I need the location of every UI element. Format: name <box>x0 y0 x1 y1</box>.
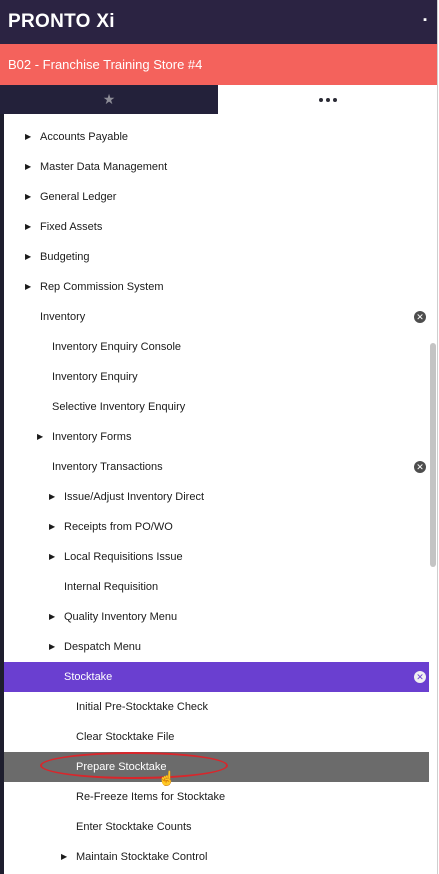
pin-icon[interactable]: ▪ <box>423 14 427 26</box>
expand-arrow-icon: ▶ <box>49 492 56 501</box>
menu-item-local-requisitions-issue[interactable]: ▶ Local Requisitions Issue <box>4 542 429 572</box>
menu-item-internal-requisition[interactable]: Internal Requisition <box>4 572 429 602</box>
menu-item-clear-stocktake-file[interactable]: Clear Stocktake File <box>4 722 429 752</box>
expand-arrow-icon: ▶ <box>49 522 56 531</box>
menu-item-label: Rep Commission System <box>40 281 164 293</box>
navigation-panel: PRONTO Xi ▪ B02 - Franchise Training Sto… <box>0 0 438 874</box>
menu-item-inventory-transactions[interactable]: Inventory Transactions ✕ <box>4 452 429 482</box>
menu-item-label: Receipts from PO/WO <box>64 521 173 533</box>
menu-item-inventory-forms[interactable]: ▶ Inventory Forms <box>4 422 429 452</box>
hand-cursor-icon: ☝ <box>158 770 176 786</box>
menu-item-label: Master Data Management <box>40 161 168 173</box>
scrollbar[interactable] <box>429 114 437 874</box>
store-name: B02 - Franchise Training Store #4 <box>8 57 203 72</box>
menu-item-label: Accounts Payable <box>40 131 129 143</box>
collapse-icon[interactable]: ✕ <box>414 311 426 323</box>
expand-arrow-icon: ▶ <box>49 552 56 561</box>
tab-favorites[interactable]: ★ <box>0 85 218 114</box>
menu-item-stocktake[interactable]: Stocktake ✕ <box>4 662 429 692</box>
menu-item-label: Quality Inventory Menu <box>64 611 178 623</box>
menu-item-label: Stocktake <box>64 671 113 683</box>
menu-item-label: Selective Inventory Enquiry <box>52 401 186 413</box>
menu-item-prepare-stocktake[interactable]: Prepare Stocktake <box>4 752 429 782</box>
expand-arrow-icon: ▶ <box>25 192 32 201</box>
expand-arrow-icon: ▶ <box>49 642 56 651</box>
menu-item-label: Internal Requisition <box>64 581 159 593</box>
menu-item-receipts-from-po-wo[interactable]: ▶ Receipts from PO/WO <box>4 512 429 542</box>
expand-arrow-icon: ▶ <box>61 852 68 861</box>
menu-item-accounts-payable[interactable]: ▶ Accounts Payable <box>4 122 429 152</box>
menu-item-issue-adjust-inventory-direct[interactable]: ▶ Issue/Adjust Inventory Direct <box>4 482 429 512</box>
menu-item-label: Inventory <box>40 311 86 323</box>
menu-item-label: Inventory Enquiry Console <box>52 341 182 353</box>
menu-item-rep-commission-system[interactable]: ▶ Rep Commission System <box>4 272 429 302</box>
menu-item-inventory-enquiry[interactable]: Inventory Enquiry <box>4 362 429 392</box>
menu-item-label: Issue/Adjust Inventory Direct <box>64 491 205 503</box>
menu-item-label: Despatch Menu <box>64 641 142 653</box>
menu-item-quality-inventory-menu[interactable]: ▶ Quality Inventory Menu <box>4 602 429 632</box>
menu-item-label: Inventory Forms <box>52 431 132 443</box>
expand-arrow-icon: ▶ <box>25 162 32 171</box>
menu-item-label: Enter Stocktake Counts <box>76 821 192 833</box>
menu-item-inventory[interactable]: Inventory ✕ <box>4 302 429 332</box>
menu-item-maintain-stocktake-control[interactable]: ▶ Maintain Stocktake Control <box>4 842 429 872</box>
expand-arrow-icon: ▶ <box>25 252 32 261</box>
menu-item-master-data-management[interactable]: ▶ Master Data Management <box>4 152 429 182</box>
menu-item-label: Initial Pre-Stocktake Check <box>76 701 209 713</box>
menu-item-enter-stocktake-counts[interactable]: Enter Stocktake Counts <box>4 812 429 842</box>
more-dots-icon <box>318 97 337 102</box>
menu-item-label: Prepare Stocktake <box>76 761 167 773</box>
menu-item-label: Fixed Assets <box>40 221 103 233</box>
panel-tabs: ★ <box>0 85 437 114</box>
menu-item-label: Budgeting <box>40 251 90 263</box>
star-icon: ★ <box>102 91 116 107</box>
expand-arrow-icon: ▶ <box>25 282 32 291</box>
collapse-icon[interactable]: ✕ <box>414 671 426 683</box>
expand-arrow-icon: ▶ <box>25 132 32 141</box>
menu-item-selective-inventory-enquiry[interactable]: Selective Inventory Enquiry <box>4 392 429 422</box>
scrollbar-thumb[interactable] <box>430 343 436 567</box>
menu-item-budgeting[interactable]: ▶ Budgeting <box>4 242 429 272</box>
menu-item-label: Clear Stocktake File <box>76 731 175 743</box>
menu-item-label: Maintain Stocktake Control <box>76 851 208 863</box>
expand-arrow-icon: ▶ <box>37 432 44 441</box>
menu-item-label: General Ledger <box>40 191 117 203</box>
app-logo: PRONTO Xi <box>8 11 115 32</box>
menu-item-label: Re-Freeze Items for Stocktake <box>76 791 226 803</box>
menu-item-general-ledger[interactable]: ▶ General Ledger <box>4 182 429 212</box>
expand-arrow-icon: ▶ <box>25 222 32 231</box>
collapse-icon[interactable]: ✕ <box>414 461 426 473</box>
menu-item-initial-pre-stocktake-check[interactable]: Initial Pre-Stocktake Check <box>4 692 429 722</box>
menu-area: ▶ Accounts Payable ▶ Master Data Management… <box>4 114 437 874</box>
menu-item-label: Local Requisitions Issue <box>64 551 183 563</box>
expand-arrow-icon: ▶ <box>49 612 56 621</box>
store-selector[interactable]: B02 - Franchise Training Store #4 <box>0 44 437 85</box>
menu-item-label: Inventory Transactions <box>52 461 163 473</box>
menu-list: ▶ Accounts Payable ▶ Master Data Management… <box>4 122 429 872</box>
menu-item-re-freeze-items-for-stocktake[interactable]: Re-Freeze Items for Stocktake <box>4 782 429 812</box>
menu-item-label: Inventory Enquiry <box>52 371 138 383</box>
menu-item-fixed-assets[interactable]: ▶ Fixed Assets <box>4 212 429 242</box>
menu-item-inventory-enquiry-console[interactable]: Inventory Enquiry Console <box>4 332 429 362</box>
tab-menu[interactable] <box>218 85 437 114</box>
menu-item-despatch-menu[interactable]: ▶ Despatch Menu <box>4 632 429 662</box>
app-header: PRONTO Xi ▪ <box>0 0 437 44</box>
